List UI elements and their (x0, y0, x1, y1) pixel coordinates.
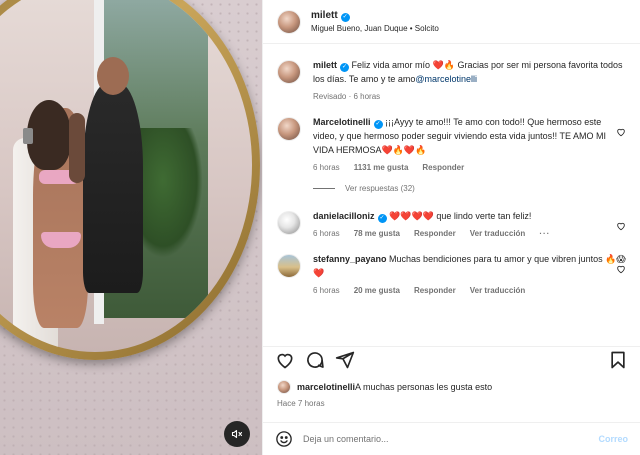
comment-time[interactable]: 6 horas (313, 163, 340, 172)
comment-likes[interactable]: 20 me gusta (354, 286, 400, 295)
reply-button[interactable]: Responder (414, 286, 456, 295)
avatar[interactable] (277, 60, 301, 84)
header-names: milett ✓ Miguel Bueno, Juan Duque • Solci… (311, 10, 439, 33)
avatar[interactable] (277, 117, 301, 141)
share-paper-plane-icon[interactable] (335, 350, 355, 370)
caption: milett ✓ Feliz vida amor mío ❤️🔥 Gracias … (277, 58, 626, 101)
comment-username[interactable]: danielacilloniz (313, 211, 375, 221)
post-timestamp[interactable]: Hace 7 horas (277, 399, 325, 408)
like-heart-icon[interactable] (275, 350, 295, 370)
comment-bubble-icon[interactable] (305, 350, 325, 370)
comment-text: stefanny_payano Muchas bendiciones para … (313, 252, 626, 280)
collaborators-line[interactable]: Miguel Bueno, Juan Duque • Solcito (311, 24, 439, 33)
reply-button[interactable]: Responder (422, 163, 464, 172)
comment: danielacilloniz ✓ ❤️❤️❤️❤️ que lindo vert… (277, 209, 626, 238)
view-replies-label: Ver respuestas (32) (345, 184, 415, 193)
caption-username[interactable]: milett (313, 60, 337, 70)
comment-meta: 6 horas 78 me gusta Responder Ver traduc… (313, 229, 626, 238)
comment: Marcelotinelli ✓ ¡¡¡Ayyy te amo!!! Te amo… (277, 115, 626, 172)
action-bar (263, 346, 640, 372)
comment-meta: 6 horas 1131 me gusta Responder (313, 163, 626, 172)
reply-button[interactable]: Responder (414, 229, 456, 238)
like-comment-heart-icon[interactable] (616, 127, 626, 137)
translate-button[interactable]: Ver traducción (470, 286, 526, 295)
likes-username[interactable]: marcelotinelli (297, 382, 355, 392)
verified-badge-icon: ✓ (340, 63, 350, 72)
comments-list: milett ✓ Feliz vida amor mío ❤️🔥 Gracias … (263, 52, 640, 295)
likes-summary: marcelotinelliA muchas personas les gust… (277, 380, 626, 394)
post-view: milett ✓ Miguel Bueno, Juan Duque • Solci… (0, 0, 640, 455)
post-media[interactable] (0, 0, 262, 455)
verified-badge-icon: ✓ (340, 13, 350, 22)
comment: stefanny_payano Muchas bendiciones para … (277, 252, 626, 295)
comment-username[interactable]: stefanny_payano (313, 254, 387, 264)
comment-time[interactable]: 6 horas (313, 229, 340, 238)
post-details: milett ✓ Miguel Bueno, Juan Duque • Solci… (262, 0, 640, 455)
comment-time[interactable]: 6 horas (313, 286, 340, 295)
verified-badge-icon: ✓ (377, 214, 387, 223)
caption-meta-text: Revisado · 6 horas (313, 92, 381, 101)
phone (23, 128, 33, 144)
comment-composer: Correo (263, 422, 640, 455)
mute-button[interactable] (224, 421, 250, 447)
caption-meta: Revisado · 6 horas (313, 92, 626, 101)
comment-username[interactable]: Marcelotinelli (313, 117, 371, 127)
comment-likes[interactable]: 1131 me gusta (354, 163, 409, 172)
like-comment-heart-icon[interactable] (616, 264, 626, 274)
comment-text: Marcelotinelli ✓ ¡¡¡Ayyy te amo!!! Te amo… (313, 115, 626, 157)
likes-text: marcelotinelliA muchas personas les gust… (297, 382, 492, 392)
view-replies-button[interactable]: Ver respuestas (32) (313, 184, 626, 193)
comment-input[interactable] (303, 434, 599, 444)
replies-divider (313, 188, 335, 189)
verified-badge-icon: ✓ (373, 120, 383, 129)
speaker-muted-icon (231, 429, 243, 439)
more-options-icon[interactable]: ··· (539, 229, 550, 238)
man-figure (69, 57, 143, 293)
likes-rest[interactable]: A muchas personas les gusta esto (355, 382, 492, 392)
translate-button[interactable]: Ver traducción (470, 229, 526, 238)
post-header: milett ✓ Miguel Bueno, Juan Duque • Solci… (263, 0, 640, 44)
comment-meta: 6 horas 20 me gusta Responder Ver traduc… (313, 286, 626, 295)
avatar[interactable] (277, 254, 301, 278)
head (97, 57, 129, 95)
caption-text: milett ✓ Feliz vida amor mío ❤️🔥 Gracias … (313, 58, 626, 86)
avatar[interactable] (277, 211, 301, 235)
hair (27, 100, 71, 170)
avatar[interactable] (277, 380, 291, 394)
tattooed-arm (69, 113, 85, 183)
header-username[interactable]: milett (311, 10, 338, 21)
bikini-bottom (41, 232, 81, 248)
save-bookmark-icon[interactable] (608, 350, 628, 370)
avatar[interactable] (277, 9, 301, 34)
emoji-smiley-icon[interactable] (275, 430, 293, 448)
comment-likes[interactable]: 78 me gusta (354, 229, 400, 238)
comment-text: danielacilloniz ✓ ❤️❤️❤️❤️ que lindo vert… (313, 209, 626, 223)
like-comment-heart-icon[interactable] (616, 221, 626, 231)
post-comment-button[interactable]: Correo (598, 434, 628, 444)
caption-mention[interactable]: @marcelotinelli (415, 74, 477, 84)
comment-body: ❤️❤️❤️❤️ que lindo verte tan feliz! (389, 211, 532, 221)
